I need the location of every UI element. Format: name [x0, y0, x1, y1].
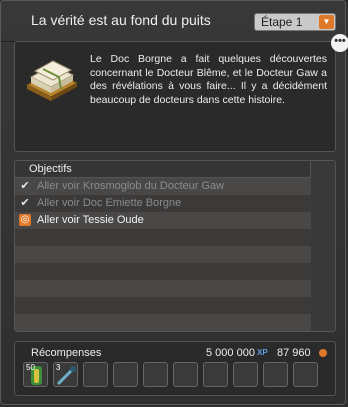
reward-slot-empty: [173, 362, 198, 387]
reward-slot-empty: [293, 362, 318, 387]
stage-select[interactable]: Étape 1 ▼: [254, 13, 336, 31]
check-icon: ✔: [20, 197, 30, 209]
reward-slot-empty: [143, 362, 168, 387]
objectives-list: ✔ Aller voir Krosmoglob du Docteur Gaw ✔…: [15, 178, 311, 331]
reward-slot-empty: [203, 362, 228, 387]
objective-label: Aller voir Tessie Oude: [37, 214, 144, 226]
empty-row: [15, 229, 311, 246]
book-icon: [25, 60, 79, 101]
objectives-header: Objectifs: [15, 161, 335, 178]
reward-slot-empty: [83, 362, 108, 387]
objectives-panel: Objectifs ✔ Aller voir Krosmoglob du Doc…: [14, 160, 336, 332]
objective-row[interactable]: ✔ Aller voir Doc Emiette Borgne: [15, 195, 311, 212]
objective-row[interactable]: ◎ Aller voir Tessie Oude: [15, 212, 311, 229]
reward-slot[interactable]: 3: [53, 362, 78, 387]
rewards-title: Récompenses: [31, 347, 102, 359]
reward-quantity: 50: [26, 363, 35, 372]
chevron-down-icon[interactable]: ▼: [319, 15, 334, 29]
xp-label: XP: [257, 348, 268, 357]
target-icon: ◎: [19, 214, 31, 226]
empty-row: [15, 246, 311, 263]
kama-icon: [319, 349, 327, 357]
empty-row: [15, 280, 311, 297]
more-options-icon[interactable]: •••: [331, 34, 348, 52]
stage-select-value: Étape 1: [261, 15, 303, 29]
quest-window: La vérité est au fond du puits Étape 1 ▼…: [0, 0, 348, 405]
xp-reward: 5 000 000: [206, 347, 255, 359]
reward-slot[interactable]: 50: [23, 362, 48, 387]
description-panel: Le Doc Borgne a fait quelques découverte…: [14, 41, 336, 152]
window-header: La vérité est au fond du puits Étape 1 ▼: [1, 1, 345, 42]
objectives-title: Objectifs: [29, 163, 72, 175]
kamas-reward: 87 960: [277, 347, 311, 359]
empty-row: [15, 314, 311, 331]
reward-slot-empty: [233, 362, 258, 387]
rewards-panel: Récompenses 5 000 000 XP 87 960 50 3: [14, 341, 336, 396]
reward-slot-empty: [113, 362, 138, 387]
empty-row: [15, 263, 311, 280]
objective-row[interactable]: ✔ Aller voir Krosmoglob du Docteur Gaw: [15, 178, 311, 195]
objective-label: Aller voir Doc Emiette Borgne: [37, 197, 182, 209]
check-icon: ✔: [20, 180, 30, 192]
quest-title: La vérité est au fond du puits: [31, 12, 211, 28]
reward-slot-empty: [263, 362, 288, 387]
objective-label: Aller voir Krosmoglob du Docteur Gaw: [37, 180, 225, 192]
objectives-scrollbar[interactable]: [310, 161, 335, 331]
quest-description: Le Doc Borgne a fait quelques découverte…: [90, 53, 327, 106]
reward-quantity: 3: [56, 363, 61, 372]
empty-row: [15, 297, 311, 314]
